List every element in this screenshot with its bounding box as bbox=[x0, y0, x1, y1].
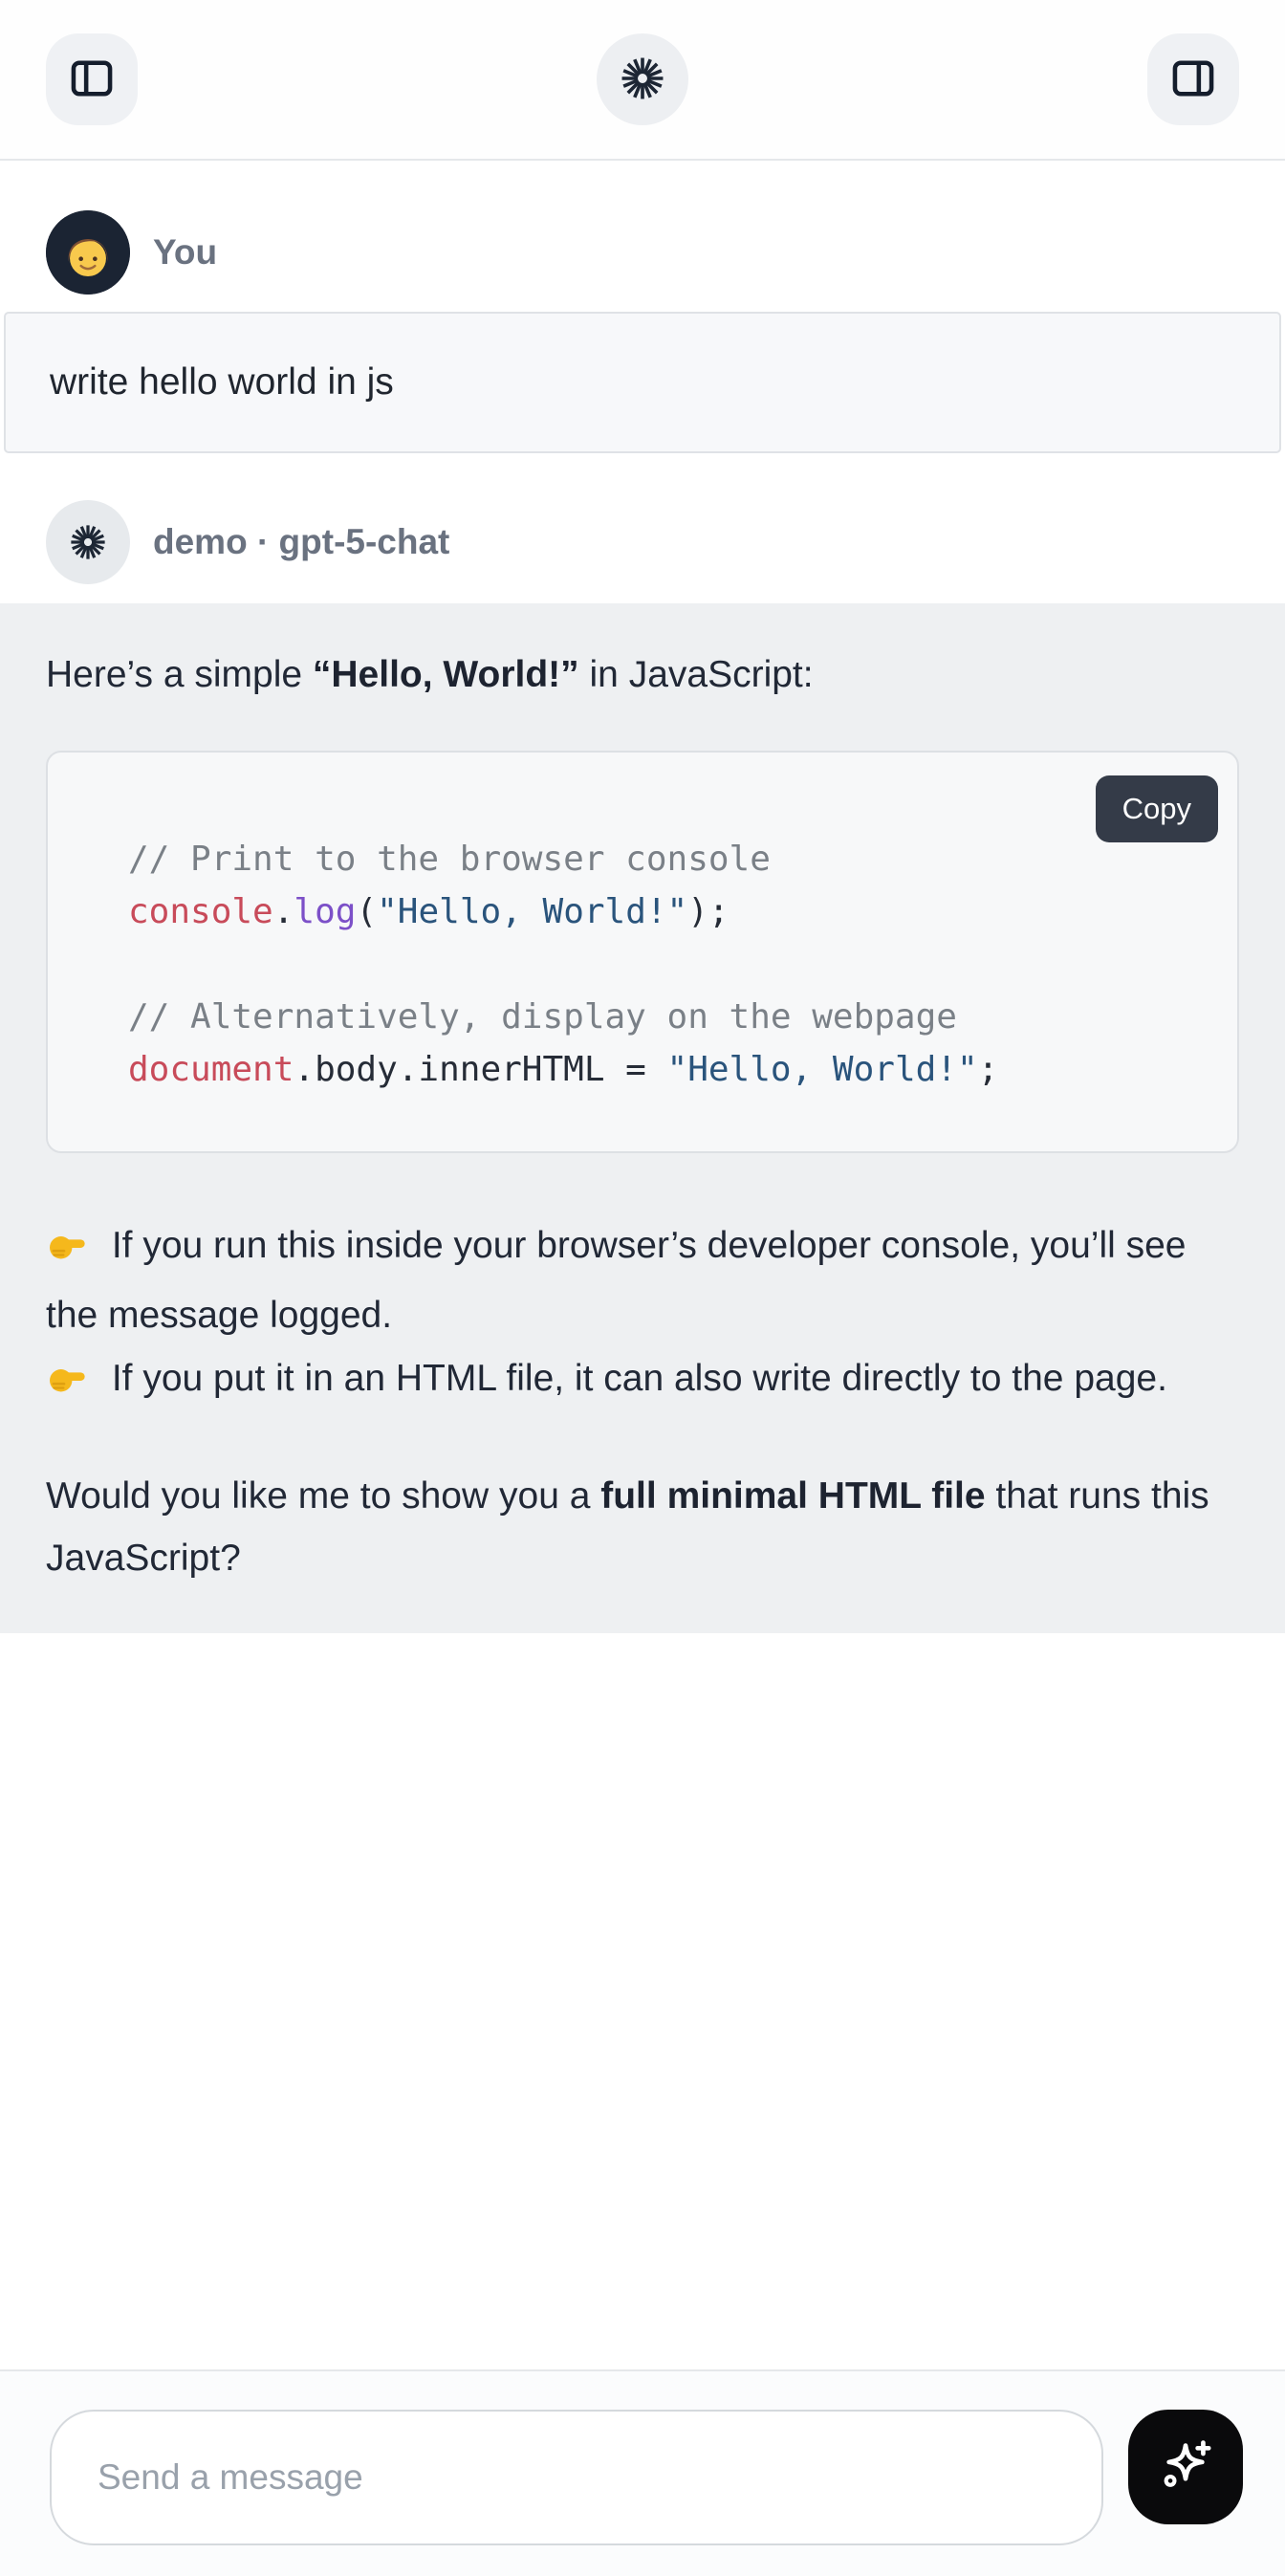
starburst-icon bbox=[66, 520, 110, 564]
person-emoji-icon bbox=[46, 210, 130, 295]
code-content: // Print to the browser consoleconsole.l… bbox=[128, 833, 1191, 1096]
assistant-sender-name: demo · gpt-5-chat bbox=[153, 522, 449, 562]
composer-bar bbox=[0, 2369, 1285, 2576]
assistant-outro-text: Would you like me to show you a full min… bbox=[46, 1465, 1239, 1589]
assistant-notes: If you run this inside your browser’s de… bbox=[46, 1214, 1239, 1417]
user-message-header: You bbox=[0, 210, 1285, 295]
assistant-avatar bbox=[46, 500, 130, 584]
assistant-message-bubble: Here’s a simple “Hello, World!” in JavaS… bbox=[0, 603, 1285, 1633]
user-avatar bbox=[46, 210, 130, 295]
note-line: If you run this inside your browser’s de… bbox=[46, 1225, 1187, 1336]
assistant-message-header: demo · gpt-5-chat bbox=[0, 500, 1285, 584]
note-line: If you put it in an HTML file, it can al… bbox=[46, 1358, 1167, 1399]
app-logo-button[interactable] bbox=[597, 33, 688, 125]
panel-right-icon bbox=[1168, 54, 1218, 106]
panel-left-icon bbox=[67, 54, 117, 106]
starburst-logo-icon bbox=[616, 52, 669, 108]
sidebar-toggle-button[interactable] bbox=[46, 33, 138, 125]
right-panel-toggle-button[interactable] bbox=[1147, 33, 1239, 125]
chat-message-list: You write hello world in js bbox=[0, 161, 1285, 2369]
message-input[interactable] bbox=[50, 2410, 1103, 2545]
pointing-right-emoji bbox=[46, 1220, 90, 1284]
sparkles-icon bbox=[1154, 2434, 1217, 2500]
user-message-bubble: write hello world in js bbox=[4, 312, 1281, 453]
pointing-right-emoji bbox=[46, 1353, 90, 1417]
user-message-text: write hello world in js bbox=[50, 361, 394, 404]
code-block: Copy // Print to the browser consolecons… bbox=[46, 751, 1239, 1153]
send-button[interactable] bbox=[1128, 2410, 1243, 2524]
assistant-intro-text: Here’s a simple “Hello, World!” in JavaS… bbox=[46, 645, 1239, 705]
top-bar bbox=[0, 0, 1285, 161]
user-sender-name: You bbox=[153, 232, 217, 273]
copy-code-button[interactable]: Copy bbox=[1096, 775, 1218, 842]
